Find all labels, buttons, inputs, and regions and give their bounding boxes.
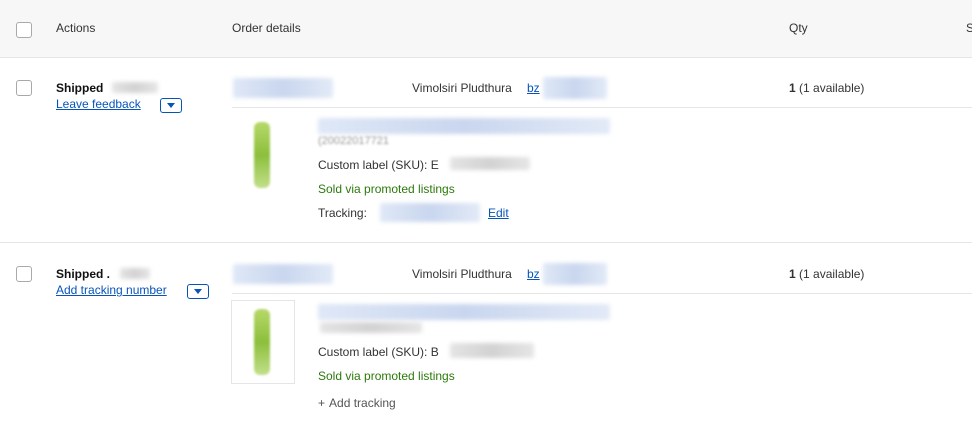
order-checkbox[interactable] xyxy=(16,80,32,96)
redacted-username xyxy=(543,77,607,99)
add-tracking-number-link[interactable]: Add tracking number xyxy=(56,283,167,297)
item-id: (20022017721 xyxy=(318,135,389,147)
order-divider xyxy=(0,242,972,243)
order-checkbox[interactable] xyxy=(16,266,32,282)
qty-column-header: Qty xyxy=(789,21,808,35)
sku-label: Custom label (SKU): E xyxy=(318,158,439,172)
redacted-date xyxy=(112,82,158,93)
redacted-order-number[interactable] xyxy=(233,264,333,284)
buyer-username-link[interactable]: bz xyxy=(527,81,540,95)
redacted-item-title[interactable] xyxy=(318,304,610,320)
qty-value: 1 (1 available) xyxy=(789,267,865,281)
actions-dropdown-button[interactable] xyxy=(160,98,182,113)
actions-column-header: Actions xyxy=(56,21,96,35)
buyer-name: Vimolsiri Pludthura xyxy=(412,81,512,95)
actions-dropdown-button[interactable] xyxy=(187,284,209,299)
order-status: Shipped . xyxy=(56,267,110,281)
redacted-order-number[interactable] xyxy=(233,78,333,98)
redacted-username xyxy=(543,263,607,285)
order-details-column-header: Order details xyxy=(232,21,301,35)
row-divider xyxy=(232,293,972,294)
buyer-username-link[interactable]: bz xyxy=(527,267,540,281)
redacted-item-id xyxy=(320,322,422,333)
select-all-checkbox[interactable] xyxy=(16,22,32,38)
item-thumbnail[interactable] xyxy=(232,114,294,196)
item-thumbnail[interactable] xyxy=(231,300,295,384)
redacted-date xyxy=(120,268,150,279)
redacted-sku xyxy=(450,157,530,170)
plus-icon: + xyxy=(318,396,326,410)
redacted-item-title[interactable] xyxy=(318,118,610,134)
leave-feedback-link[interactable]: Leave feedback xyxy=(56,97,141,111)
redacted-tracking-number xyxy=(380,203,480,222)
table-header: Actions Order details Qty S xyxy=(0,0,972,58)
tracking-label: Tracking: xyxy=(318,206,367,220)
sku-label: Custom label (SKU): B xyxy=(318,345,439,359)
redacted-sku xyxy=(450,343,534,358)
edit-tracking-link[interactable]: Edit xyxy=(488,206,509,220)
add-tracking-button[interactable]: + Add tracking xyxy=(318,396,396,410)
promoted-listing-label: Sold via promoted listings xyxy=(318,369,455,383)
order-status: Shipped xyxy=(56,81,104,95)
buyer-name: Vimolsiri Pludthura xyxy=(412,267,512,281)
clipped-column-header: S xyxy=(966,21,972,35)
promoted-listing-label: Sold via promoted listings xyxy=(318,182,455,196)
qty-value: 1 (1 available) xyxy=(789,81,865,95)
row-divider xyxy=(232,107,972,108)
